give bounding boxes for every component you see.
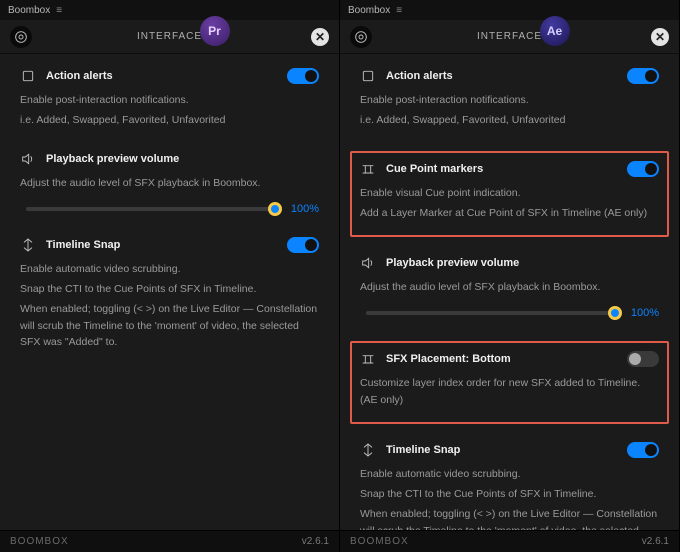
window-titlebar: Boombox ≡	[0, 0, 339, 20]
timeline-snap-toggle[interactable]	[627, 442, 659, 458]
playback-volume-value: 100%	[625, 307, 659, 319]
slider-thumb[interactable]	[268, 202, 282, 216]
speaker-icon	[360, 255, 376, 271]
action-alerts-title: Action alerts	[46, 70, 113, 82]
window-titlebar: Boombox ≡	[340, 0, 679, 20]
playback-title: Playback preview volume	[386, 257, 519, 269]
section-timeline-snap: Timeline Snap Enable automatic video scr…	[16, 237, 323, 350]
cue-point-desc1: Enable visual Cue point indication.	[360, 185, 659, 201]
action-alerts-desc1: Enable post-interaction notifications.	[360, 92, 659, 108]
window-title: Boombox	[8, 5, 50, 16]
playback-volume-slider[interactable]	[366, 311, 615, 315]
header-title: INTERFACE	[0, 31, 339, 42]
timeline-snap-desc1: Enable automatic video scrubbing.	[360, 466, 659, 482]
boombox-logo-icon	[10, 26, 32, 48]
panel-header: INTERFACE Pr ✕	[0, 20, 339, 54]
timeline-snap-title: Timeline Snap	[386, 444, 460, 456]
action-alerts-desc2: i.e. Added, Swapped, Favorited, Unfavori…	[20, 112, 319, 128]
marker-icon	[360, 161, 376, 177]
close-button[interactable]: ✕	[651, 28, 669, 46]
snap-icon	[360, 442, 376, 458]
section-timeline-snap: Timeline Snap Enable automatic video scr…	[356, 442, 663, 530]
panel-menu-icon[interactable]: ≡	[56, 5, 62, 16]
playback-desc1: Adjust the audio level of SFX playback i…	[20, 175, 319, 191]
footer-brand: BOOMBOX	[10, 536, 69, 547]
footer-version: v2.6.1	[302, 536, 329, 547]
section-action-alerts: Action alerts Enable post-interaction no…	[356, 68, 663, 129]
section-cue-point: Cue Point markers Enable visual Cue poin…	[350, 151, 669, 238]
app-badge-premiere: Pr	[200, 16, 230, 46]
playback-desc1: Adjust the audio level of SFX playback i…	[360, 279, 659, 295]
timeline-snap-desc2: Snap the CTI to the Cue Points of SFX in…	[360, 486, 659, 502]
playback-volume-slider[interactable]	[26, 207, 275, 211]
timeline-snap-desc1: Enable automatic video scrubbing.	[20, 261, 319, 277]
bell-icon	[360, 68, 376, 84]
section-playback: Playback preview volume Adjust the audio…	[16, 151, 323, 215]
footer-brand: BOOMBOX	[350, 536, 409, 547]
speaker-icon	[20, 151, 36, 167]
cue-point-title: Cue Point markers	[386, 163, 483, 175]
window-title: Boombox	[348, 5, 390, 16]
section-playback: Playback preview volume Adjust the audio…	[356, 255, 663, 319]
timeline-snap-desc3: When enabled; toggling (< >) on the Live…	[20, 301, 319, 350]
snap-icon	[20, 237, 36, 253]
action-alerts-desc2: i.e. Added, Swapped, Favorited, Unfavori…	[360, 112, 659, 128]
cue-point-toggle[interactable]	[627, 161, 659, 177]
timeline-snap-desc3: When enabled; toggling (< >) on the Live…	[360, 506, 659, 530]
close-button[interactable]: ✕	[311, 28, 329, 46]
settings-content: Action alerts Enable post-interaction no…	[340, 54, 679, 530]
action-alerts-desc1: Enable post-interaction notifications.	[20, 92, 319, 108]
header-title: INTERFACE	[340, 31, 679, 42]
section-action-alerts: Action alerts Enable post-interaction no…	[16, 68, 323, 129]
panel-footer: BOOMBOX v2.6.1	[0, 530, 339, 552]
timeline-snap-toggle[interactable]	[287, 237, 319, 253]
panel-premiere: Boombox ≡ INTERFACE Pr ✕ Action alerts E…	[0, 0, 340, 552]
slider-thumb[interactable]	[608, 306, 622, 320]
footer-version: v2.6.1	[642, 536, 669, 547]
section-sfx-placement: SFX Placement: Bottom Customize layer in…	[350, 341, 669, 424]
action-alerts-title: Action alerts	[386, 70, 453, 82]
action-alerts-toggle[interactable]	[287, 68, 319, 84]
panel-header: INTERFACE Ae ✕	[340, 20, 679, 54]
boombox-logo-icon	[350, 26, 372, 48]
bell-icon	[20, 68, 36, 84]
panel-footer: BOOMBOX v2.6.1	[340, 530, 679, 552]
layers-icon	[360, 351, 376, 367]
sfx-placement-toggle[interactable]	[627, 351, 659, 367]
playback-title: Playback preview volume	[46, 153, 179, 165]
cue-point-desc2: Add a Layer Marker at Cue Point of SFX i…	[360, 205, 659, 221]
settings-content: Action alerts Enable post-interaction no…	[0, 54, 339, 530]
playback-volume-value: 100%	[285, 203, 319, 215]
panel-after-effects: Boombox ≡ INTERFACE Ae ✕ Action alerts E…	[340, 0, 680, 552]
sfx-placement-title: SFX Placement: Bottom	[386, 353, 511, 365]
timeline-snap-desc2: Snap the CTI to the Cue Points of SFX in…	[20, 281, 319, 297]
panel-menu-icon[interactable]: ≡	[396, 5, 402, 16]
action-alerts-toggle[interactable]	[627, 68, 659, 84]
timeline-snap-title: Timeline Snap	[46, 239, 120, 251]
sfx-placement-desc1: Customize layer index order for new SFX …	[360, 375, 659, 408]
app-badge-after-effects: Ae	[540, 16, 570, 46]
